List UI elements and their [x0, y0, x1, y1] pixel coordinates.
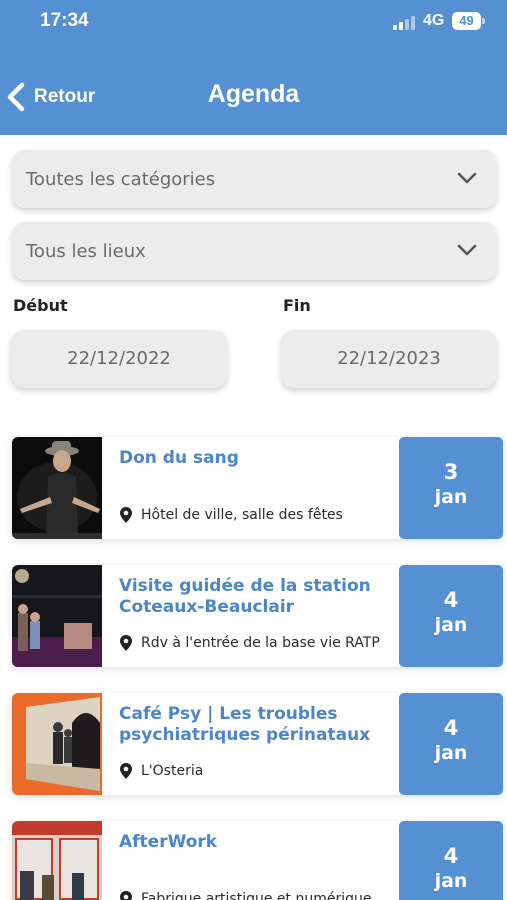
location-pin-icon — [120, 507, 132, 523]
event-location-text: Hôtel de ville, salle des fêtes — [141, 507, 343, 523]
event-location-text: L'Osteria — [141, 763, 204, 779]
event-location: Fabrique artistique et numérique — [119, 890, 371, 900]
location-pin-icon — [120, 891, 132, 900]
end-date-label: Fin — [283, 296, 311, 315]
event-thumbnail — [12, 565, 102, 667]
event-month: jan — [434, 486, 468, 508]
event-location: Rdv à l'entrée de la base vie RATP — [119, 634, 380, 652]
chevron-down-icon — [457, 244, 477, 256]
category-select-value: Toutes les catégories — [26, 168, 216, 190]
event-thumbnail — [12, 437, 102, 539]
location-pin-icon — [120, 635, 132, 651]
status-bar: 17:34 4G 49 — [0, 0, 507, 44]
back-label: Retour — [34, 86, 96, 107]
location-pin-icon — [120, 763, 132, 779]
event-location: L'Osteria — [119, 762, 203, 780]
event-title: Café Psy | Les troubles psychiatriques p… — [119, 704, 371, 745]
event-date-badge: 4 jan — [399, 565, 503, 667]
event-month: jan — [434, 742, 468, 764]
event-location-text: Fabrique artistique et numérique — [141, 891, 372, 900]
status-time: 17:34 — [40, 10, 89, 31]
event-day: 4 — [443, 716, 459, 740]
network-type: 4G — [423, 12, 445, 29]
chevron-left-icon — [7, 82, 25, 112]
back-button[interactable]: Retour — [6, 80, 95, 114]
event-location-text: Rdv à l'entrée de la base vie RATP — [141, 635, 380, 651]
event-title: AfterWork — [119, 832, 218, 852]
event-date-badge: 3 jan — [399, 437, 503, 539]
event-day: 4 — [443, 588, 459, 612]
event-date-badge: 4 jan — [399, 693, 503, 795]
event-thumbnail — [12, 821, 102, 900]
event-day: 3 — [443, 460, 459, 484]
event-card[interactable]: Don du sang Hôtel de ville, salle des fê… — [12, 437, 503, 539]
event-title: Visite guidée de la station Coteaux-Beau… — [119, 576, 371, 617]
chevron-down-icon — [457, 172, 477, 184]
event-month: jan — [434, 870, 468, 892]
start-date-label: Début — [13, 296, 68, 315]
place-select-value: Tous les lieux — [26, 240, 146, 262]
battery-icon: 49 — [452, 12, 481, 30]
event-title: Don du sang — [119, 448, 239, 468]
event-month: jan — [434, 614, 468, 636]
event-day: 4 — [443, 844, 459, 868]
start-date-field[interactable]: 22/12/2022 — [11, 330, 227, 388]
event-thumbnail — [12, 693, 102, 795]
app-header: 17:34 4G 49 Retour Agenda — [0, 0, 507, 135]
end-date-field[interactable]: 22/12/2023 — [281, 330, 497, 388]
category-select[interactable]: Toutes les catégories — [12, 150, 497, 208]
event-card[interactable]: AfterWork Fabrique artistique et numériq… — [12, 821, 503, 900]
signal-icon — [393, 14, 417, 30]
place-select[interactable]: Tous les lieux — [12, 222, 497, 280]
event-location: Hôtel de ville, salle des fêtes — [119, 506, 343, 524]
event-date-badge: 4 jan — [399, 821, 503, 900]
event-card[interactable]: Café Psy | Les troubles psychiatriques p… — [12, 693, 503, 795]
event-card[interactable]: Visite guidée de la station Coteaux-Beau… — [12, 565, 503, 667]
battery-tip — [482, 18, 485, 24]
